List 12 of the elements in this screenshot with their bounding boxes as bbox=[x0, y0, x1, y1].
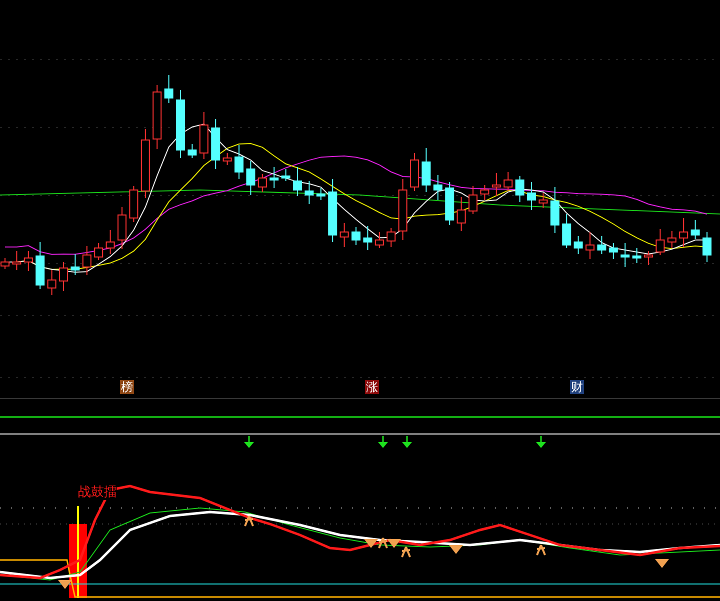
down-arrow-icon bbox=[378, 436, 388, 448]
down-arrow-icon bbox=[536, 436, 546, 448]
figure-icon bbox=[378, 537, 388, 549]
down-arrow-icon bbox=[402, 436, 412, 448]
signal-label: 战鼓擂 bbox=[78, 485, 117, 500]
figure-icon bbox=[244, 515, 254, 527]
event-tag: 涨 bbox=[365, 380, 379, 394]
figure-icon bbox=[401, 546, 411, 558]
event-tag: 财 bbox=[570, 380, 584, 394]
figure-icon bbox=[536, 544, 546, 556]
event-tag: 榜 bbox=[120, 380, 134, 394]
down-arrow-icon bbox=[244, 436, 254, 448]
